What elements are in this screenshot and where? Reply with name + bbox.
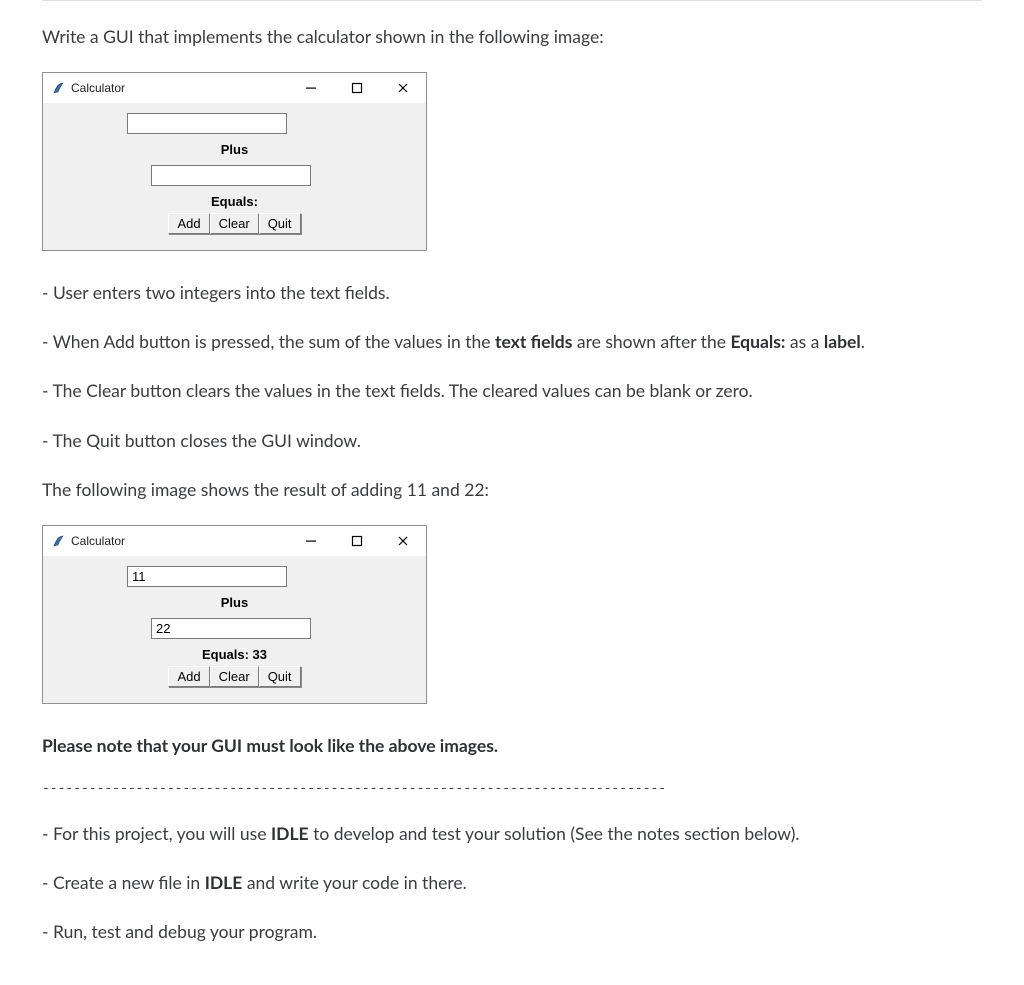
close-icon[interactable] — [380, 73, 426, 103]
button-row: Add Clear Quit — [168, 666, 300, 687]
titlebar: Calculator — [43, 73, 426, 103]
window-client-area: Plus Equals: Add Clear Quit — [43, 103, 426, 250]
equals-label: Equals: 33 — [202, 647, 267, 662]
dash-separator: ----------------------------------------… — [42, 781, 982, 796]
quit-button[interactable]: Quit — [259, 213, 301, 234]
top-divider — [42, 0, 982, 1]
operand2-input[interactable] — [151, 165, 311, 186]
bullet-3: - The Clear button clears the values in … — [42, 377, 982, 404]
result-intro: The following image shows the result of … — [42, 476, 982, 503]
quit-button[interactable]: Quit — [259, 666, 301, 687]
operand1-input[interactable] — [127, 113, 287, 134]
bullet2-2: - Create a new file in IDLE and write yo… — [42, 869, 982, 896]
close-icon[interactable] — [380, 526, 426, 556]
feather-icon — [51, 81, 65, 95]
feather-icon — [51, 534, 65, 548]
bullet-1: - User enters two integers into the text… — [42, 279, 982, 306]
maximize-icon[interactable] — [334, 526, 380, 556]
titlebar: Calculator — [43, 526, 426, 556]
window-title: Calculator — [71, 534, 125, 548]
bullet-4: - The Quit button closes the GUI window. — [42, 427, 982, 454]
clear-button[interactable]: Clear — [210, 213, 259, 234]
minimize-icon[interactable] — [288, 526, 334, 556]
window-client-area: Plus Equals: 33 Add Clear Quit — [43, 556, 426, 703]
bullet-2: - When Add button is pressed, the sum of… — [42, 328, 982, 355]
clear-button[interactable]: Clear — [210, 666, 259, 687]
minimize-icon[interactable] — [288, 73, 334, 103]
window-title: Calculator — [71, 81, 125, 95]
add-button[interactable]: Add — [168, 213, 209, 234]
maximize-icon[interactable] — [334, 73, 380, 103]
equals-label: Equals: — [211, 194, 258, 209]
plus-label: Plus — [221, 595, 248, 610]
calculator-window-result: Calculator Plus Equals: 33 Add C — [42, 525, 427, 704]
bullet2-3: - Run, test and debug your program. — [42, 918, 982, 945]
calculator-window-empty: Calculator Plus Equals: Add Clear — [42, 72, 427, 251]
add-button[interactable]: Add — [168, 666, 209, 687]
note-text: Please note that your GUI must look like… — [42, 732, 982, 759]
operand1-input[interactable] — [127, 566, 287, 587]
plus-label: Plus — [221, 142, 248, 157]
bullet2-1: - For this project, you will use IDLE to… — [42, 820, 982, 847]
button-row: Add Clear Quit — [168, 213, 300, 234]
operand2-input[interactable] — [151, 618, 311, 639]
intro-text: Write a GUI that implements the calculat… — [42, 23, 982, 50]
